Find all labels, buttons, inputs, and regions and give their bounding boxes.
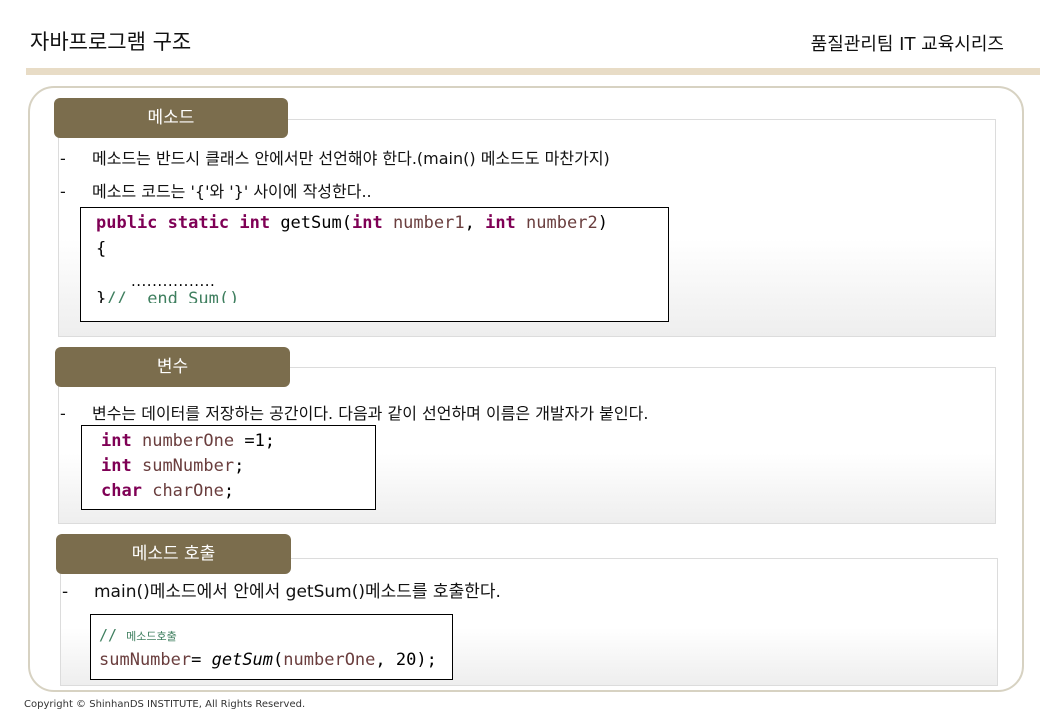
copyright-footer: Copyright © ShinhanDS INSTITUTE, All Rig… [24,699,306,710]
var-line-1: int numberOne =1; [101,431,275,451]
comment-slashes: // [99,626,127,644]
bullet-text: main()메소드에서 안에서 getSum()메소드를 호출한다. [94,582,501,602]
close-brace-line: }// end Sum() [96,289,239,303]
method-code-box: public static int getSum(int number1, in… [80,207,669,322]
method-bullet-2: - 메소드 코드는 '{'와 '}' 사이에 작성한다.. [60,178,372,202]
type-int: int [101,456,132,476]
arg-number-one: numberOne [283,650,376,670]
semicolon: ; [234,456,245,476]
variable-bullet-1: - 변수는 데이터를 저장하는 공간이다. 다음과 같이 선언하며 이름은 개발자… [60,400,648,424]
var-sum-number: sumNumber [141,456,235,476]
var-line-2: int sumNumber; [101,456,244,476]
bullet-dash: - [62,582,69,602]
method-tab: 메소드 [54,98,288,138]
series-label: 품질관리팀 IT 교육시리즈 [810,34,1004,55]
method-signature-line: public static int getSum(int number1, in… [96,213,608,233]
var-char-one: charOne [152,481,224,501]
keyword-static: static [167,213,230,233]
end-comment: // end Sum() [106,289,240,303]
semicolon: ; [223,481,235,501]
variable-code-box: int numberOne =1; int sumNumber; char ch… [81,425,376,510]
param-type-2: int [485,213,516,233]
call-statement-line: sumNumber= getSum(numberOne, 20); [99,650,437,670]
open-brace: { [96,239,107,259]
assign-target: sumNumber [99,650,192,670]
bullet-text: 메소드는 반드시 클래스 안에서만 선언해야 한다.(main() 메소드도 마… [92,149,610,168]
bullet-dash: - [60,182,66,201]
close-brace: } [96,289,107,303]
keyword-public: public [96,213,158,233]
variable-tab: 변수 [55,347,290,387]
args-open: ( [273,650,284,670]
page-title: 자바프로그램 구조 [30,30,192,54]
keyword-int: int [239,213,271,233]
method-call-tab: 메소드 호출 [56,534,291,574]
close-paren: ) [597,213,608,233]
body-placeholder: ................ [131,272,216,290]
bullet-text: 메소드 코드는 '{'와 '}' 사이에 작성한다.. [92,182,372,201]
method-call-name: getSum [211,650,274,670]
bullet-dash: - [60,149,66,168]
param-type-1: int [351,213,383,233]
var-number-one: numberOne [141,431,235,451]
method-name: getSum( [280,213,352,233]
call-comment-line: // 메소드호출 [99,626,177,644]
method-call-bullet-1: - main()메소드에서 안에서 getSum()메소드를 호출한다. [62,577,501,602]
param-separator: , [464,213,486,233]
comment-text: 메소드호출 [126,630,177,643]
type-char: char [101,481,142,501]
method-call-code-box: // 메소드호출 sumNumber= getSum(numberOne, 20… [90,614,453,680]
type-int: int [101,431,132,451]
method-bullet-1: - 메소드는 반드시 클래스 안에서만 선언해야 한다.(main() 메소드도 … [60,145,610,169]
param-name-1: number1 [392,213,465,233]
bullet-dash: - [60,404,66,423]
param-name-2: number2 [526,213,598,233]
args-rest: , 20); [375,650,437,670]
header-divider [26,68,1040,75]
var-line-3: char charOne; [101,481,234,501]
bullet-text: 변수는 데이터를 저장하는 공간이다. 다음과 같이 선언하며 이름은 개발자가… [92,404,649,423]
assign-operator: = [191,650,212,670]
var-init: =1; [234,431,276,451]
